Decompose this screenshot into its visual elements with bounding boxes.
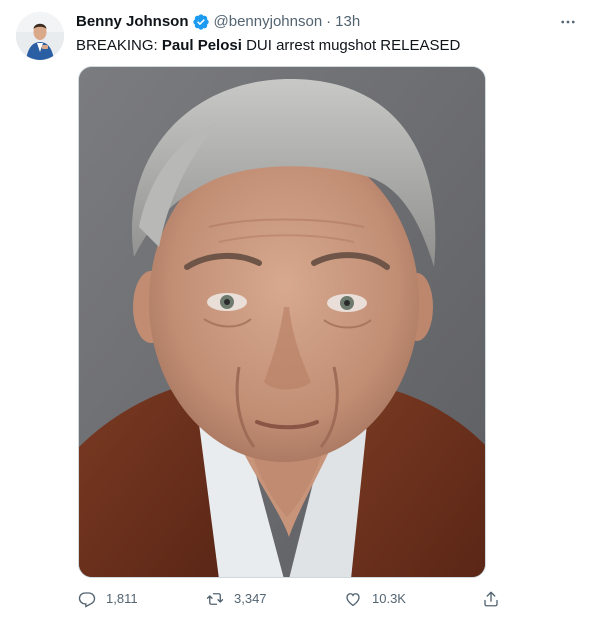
retweet-count: 3,347 bbox=[234, 591, 267, 606]
share-button[interactable] bbox=[482, 590, 500, 608]
retweet-icon bbox=[206, 590, 224, 608]
separator-dot: · bbox=[326, 13, 332, 30]
verified-badge-icon bbox=[192, 13, 210, 31]
tweet-actions: 1,811 3,347 10.3K bbox=[76, 588, 506, 612]
tweet-text: BREAKING: Paul Pelosi DUI arrest mugshot… bbox=[76, 36, 586, 56]
retweet-button[interactable]: 3,347 bbox=[206, 590, 267, 608]
like-count: 10.3K bbox=[372, 591, 406, 606]
author-handle[interactable]: @bennyjohnson bbox=[214, 12, 323, 32]
tweet-content: Benny Johnson @bennyjohnson · 13h BREAKI… bbox=[76, 12, 586, 56]
tweet-header: Benny Johnson @bennyjohnson · 13h bbox=[76, 12, 586, 32]
heart-icon bbox=[344, 590, 362, 608]
tweet-text-prefix: BREAKING: bbox=[76, 37, 162, 54]
tweet-text-suffix: DUI arrest mugshot RELEASED bbox=[241, 37, 461, 54]
like-button[interactable]: 10.3K bbox=[344, 590, 406, 608]
reply-icon bbox=[78, 590, 96, 608]
author-name[interactable]: Benny Johnson bbox=[76, 12, 189, 32]
share-icon bbox=[482, 590, 500, 608]
tweet-text-bold[interactable]: Paul Pelosi bbox=[162, 37, 242, 54]
avatar[interactable] bbox=[16, 12, 64, 60]
reply-count: 1,811 bbox=[106, 591, 138, 606]
tweet[interactable]: Benny Johnson @bennyjohnson · 13h BREAKI… bbox=[0, 0, 598, 622]
tweet-timestamp[interactable]: 13h bbox=[335, 12, 360, 32]
reply-button[interactable]: 1,811 bbox=[78, 590, 138, 608]
more-horizontal-icon[interactable] bbox=[556, 12, 580, 32]
tweet-photo[interactable] bbox=[78, 66, 486, 578]
